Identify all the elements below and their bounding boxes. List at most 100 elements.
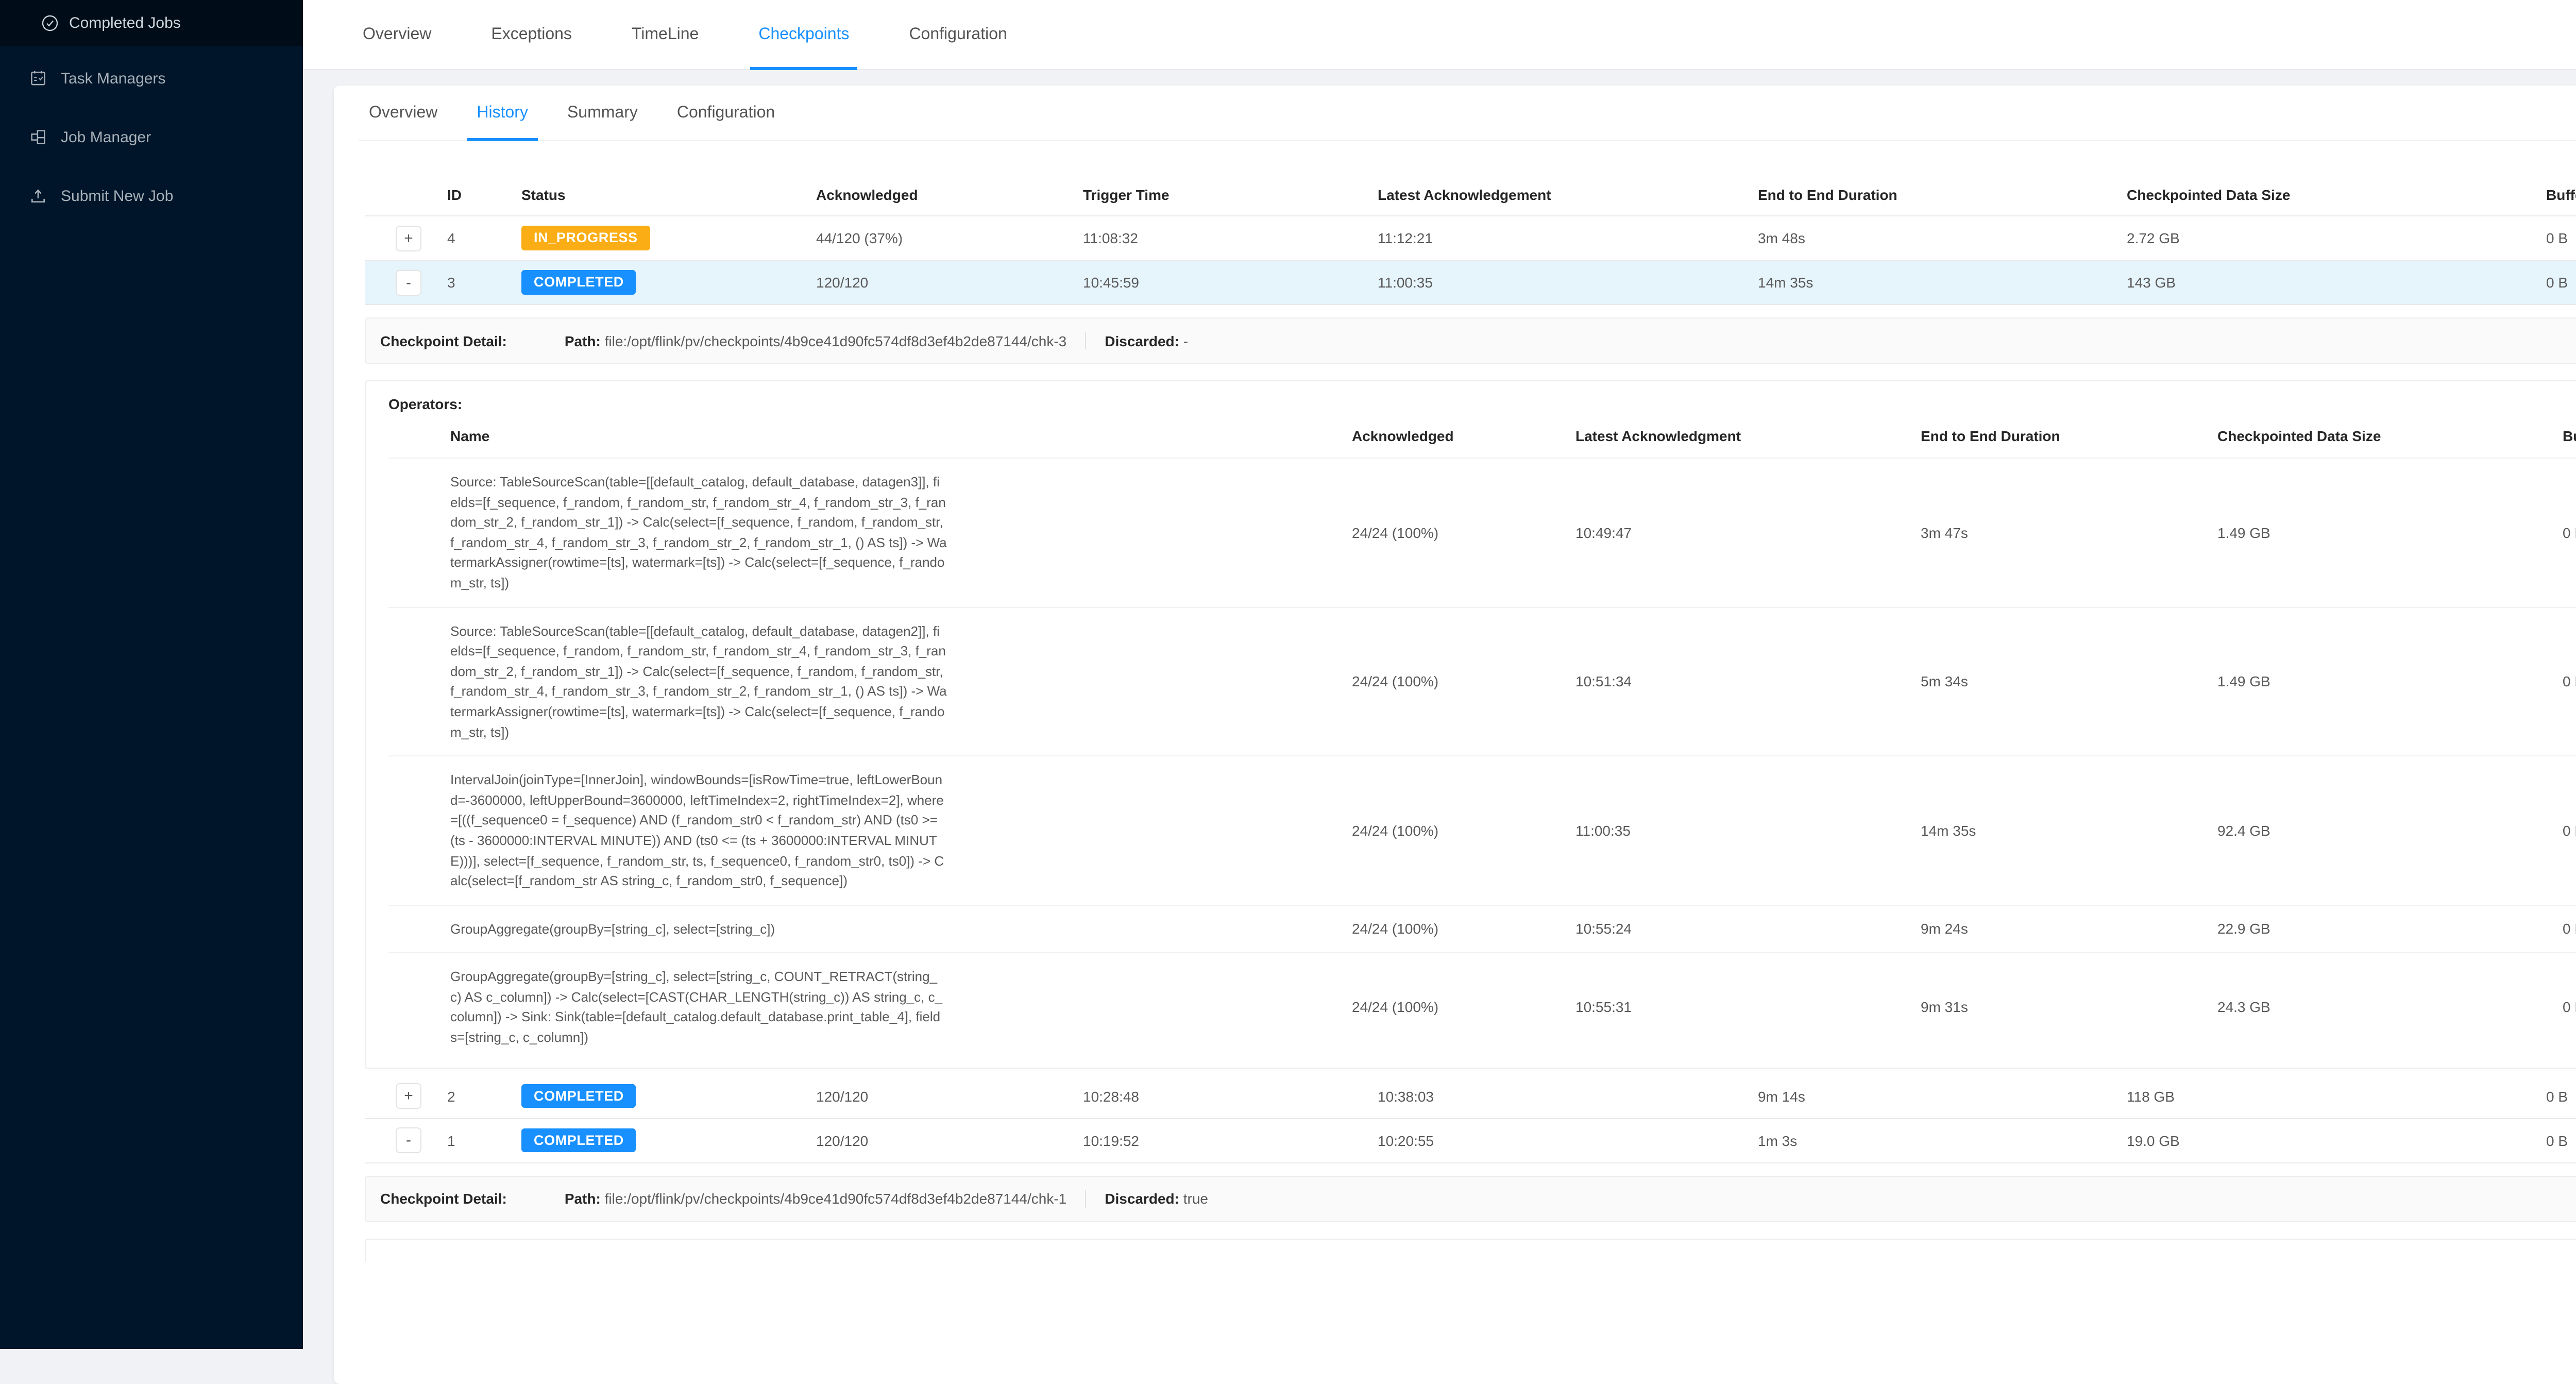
checkpoint-row-1[interactable]: - 1 COMPLETED 120/120 10:19:52 10:20:55 … — [365, 1119, 2576, 1163]
checkpoints-card: Overview History Summary Configuration R… — [334, 86, 2576, 1384]
op-cell-duration: 9m 24s — [1921, 921, 1968, 937]
grid-icon — [29, 128, 47, 146]
tab-checkpoints[interactable]: Checkpoints — [742, 0, 866, 70]
cell-id: 1 — [447, 1132, 521, 1149]
cell-acknowledged: 120/120 — [816, 1132, 1083, 1149]
op-cell-acknowledged: 24/24 (100%) — [1352, 921, 1438, 937]
operator-row-group-aggregate: GroupAggregate(groupBy=[string_c], selec… — [388, 905, 2576, 953]
expand-toggle[interactable]: + — [396, 225, 421, 251]
sidebar-item-label: Submit New Job — [61, 187, 173, 205]
column-header-end-to-end-duration: End to End Duration — [1758, 187, 2127, 203]
subtab-configuration[interactable]: Configuration — [667, 86, 785, 140]
checkpoint-history-table-bottom: + 2 COMPLETED 120/120 10:28:48 10:38:03 … — [365, 1074, 2576, 1163]
op-column-duration: End to End Duration — [1921, 428, 2060, 444]
operator-name: Source: TableSourceScan(table=[[default_… — [450, 607, 947, 755]
operator-row-source-datagen2: Source: TableSourceScan(table=[[default_… — [388, 607, 2576, 756]
op-cell-data-size: 92.4 GB — [2217, 822, 2270, 839]
cell-latest-acknowledgement: 10:38:03 — [1378, 1088, 1758, 1104]
op-cell-data-size: 24.3 GB — [2217, 999, 2270, 1016]
checkpoint-row-3[interactable]: - 3 COMPLETED 120/120 10:45:59 11:00:35 … — [365, 261, 2576, 305]
op-cell-latest-ack: 11:00:35 — [1575, 822, 1631, 839]
op-cell-latest-ack: 10:55:31 — [1575, 999, 1632, 1016]
path-label: Path: — [565, 1190, 601, 1207]
cell-id: 2 — [447, 1088, 521, 1104]
cell-duration: 9m 14s — [1758, 1088, 2127, 1104]
cell-latest-acknowledgement: 10:20:55 — [1378, 1132, 1758, 1149]
checkpoint-history-table: ID Status Acknowledged Trigger Time Late… — [365, 174, 2576, 305]
content-area: Overview History Summary Configuration R… — [303, 70, 2576, 1349]
column-header-id: ID — [447, 187, 521, 203]
tab-overview[interactable]: Overview — [346, 0, 448, 70]
op-column-data-size: Checkpointed Data Size — [2217, 428, 2381, 444]
column-header-status: Status — [521, 187, 816, 203]
tab-configuration[interactable]: Configuration — [892, 0, 1023, 70]
main-area: Overview Exceptions TimeLine Checkpoints… — [303, 0, 2576, 1349]
sidebar-item-label: Job Manager — [61, 128, 151, 146]
column-header-checkpointed-data-size: Checkpointed Data Size — [2127, 187, 2546, 203]
status-badge: COMPLETED — [521, 1084, 636, 1108]
flink-dashboard: Completed Jobs Task Managers Job Manager… — [0, 0, 2576, 1349]
sidebar: Completed Jobs Task Managers Job Manager… — [0, 0, 303, 1349]
cell-id: 4 — [447, 230, 521, 246]
sidebar-item-label: Task Managers — [61, 70, 165, 87]
op-cell-buffered: 0 B — [2563, 673, 2576, 690]
op-cell-data-size: 22.9 GB — [2217, 921, 2270, 937]
detail-discarded: Discarded: - — [1105, 332, 1188, 349]
op-cell-acknowledged: 24/24 (100%) — [1352, 673, 1438, 690]
op-cell-duration: 14m 35s — [1921, 822, 1976, 839]
subtab-overview[interactable]: Overview — [359, 86, 448, 140]
discarded-label: Discarded: — [1105, 332, 1179, 349]
discarded-label: Discarded: — [1105, 1190, 1179, 1207]
operators-panel: Operators: Name Acknowledged Latest Ackn… — [365, 380, 2576, 1068]
operator-name: GroupAggregate(groupBy=[string_c], selec… — [450, 954, 947, 1061]
op-column-acknowledged: Acknowledged — [1352, 428, 1454, 444]
sidebar-item-task-managers[interactable]: Task Managers — [0, 55, 303, 102]
cell-latest-acknowledgement: 11:12:21 — [1378, 230, 1758, 246]
check-circle-icon — [41, 14, 59, 32]
collapse-toggle[interactable]: - — [396, 1127, 421, 1153]
tab-timeline[interactable]: TimeLine — [615, 0, 715, 70]
op-column-buffered: Buffered During Alignment — [2563, 428, 2576, 444]
task-list-icon — [29, 69, 47, 88]
cell-trigger-time: 10:28:48 — [1083, 1088, 1378, 1104]
discarded-value: true — [1183, 1190, 1208, 1207]
column-header-buffered-during-alignment: Buffered During Alignment — [2546, 187, 2576, 203]
detail-path: Path: file:/opt/flink/pv/checkpoints/4b9… — [565, 1190, 1066, 1207]
subtab-history[interactable]: History — [466, 86, 538, 140]
op-cell-latest-ack: 10:49:47 — [1575, 525, 1632, 541]
op-cell-acknowledged: 24/24 (100%) — [1352, 999, 1438, 1016]
sidebar-item-completed-jobs[interactable]: Completed Jobs — [0, 0, 303, 46]
status-badge: IN_PROGRESS — [521, 226, 650, 250]
detail-discarded: Discarded: true — [1105, 1190, 1208, 1207]
cell-id: 3 — [447, 274, 521, 291]
checkpoint-row-4[interactable]: + 4 IN_PROGRESS 44/120 (37%) 11:08:32 11… — [365, 216, 2576, 261]
tab-exceptions[interactable]: Exceptions — [474, 0, 588, 70]
cell-latest-acknowledgement: 11:00:35 — [1378, 274, 1758, 291]
operators-panel-partial — [365, 1238, 2576, 1262]
cell-acknowledged: 120/120 — [816, 1088, 1083, 1104]
detail-path: Path: file:/opt/flink/pv/checkpoints/4b9… — [565, 332, 1066, 349]
sidebar-item-job-manager[interactable]: Job Manager — [0, 113, 303, 161]
cell-data-size: 143 GB — [2127, 274, 2546, 291]
vertical-divider — [1085, 332, 1086, 349]
collapse-toggle[interactable]: - — [396, 269, 421, 295]
checkpoint-row-2[interactable]: + 2 COMPLETED 120/120 10:28:48 10:38:03 … — [365, 1074, 2576, 1119]
column-header-latest-acknowledgement: Latest Acknowledgement — [1378, 187, 1758, 203]
detail-title: Checkpoint Detail: — [380, 1190, 507, 1207]
op-cell-data-size: 1.49 GB — [2217, 673, 2270, 690]
status-badge: COMPLETED — [521, 271, 636, 295]
column-header-acknowledged: Acknowledged — [816, 187, 1083, 203]
expand-toggle[interactable]: + — [396, 1083, 421, 1109]
cell-data-size: 2.72 GB — [2127, 230, 2546, 246]
column-header-trigger-time: Trigger Time — [1083, 187, 1378, 203]
sidebar-item-submit-new-job[interactable]: Submit New Job — [0, 172, 303, 220]
op-cell-buffered: 0 B — [2563, 822, 2576, 839]
discarded-value: - — [1183, 332, 1188, 349]
op-cell-duration: 5m 34s — [1921, 673, 1968, 690]
op-cell-buffered: 0 B — [2563, 525, 2576, 541]
op-cell-acknowledged: 24/24 (100%) — [1352, 822, 1438, 839]
cell-trigger-time: 11:08:32 — [1083, 230, 1378, 246]
op-cell-latest-ack: 10:51:34 — [1575, 673, 1632, 690]
cell-duration: 3m 48s — [1758, 230, 2127, 246]
subtab-summary[interactable]: Summary — [557, 86, 648, 140]
